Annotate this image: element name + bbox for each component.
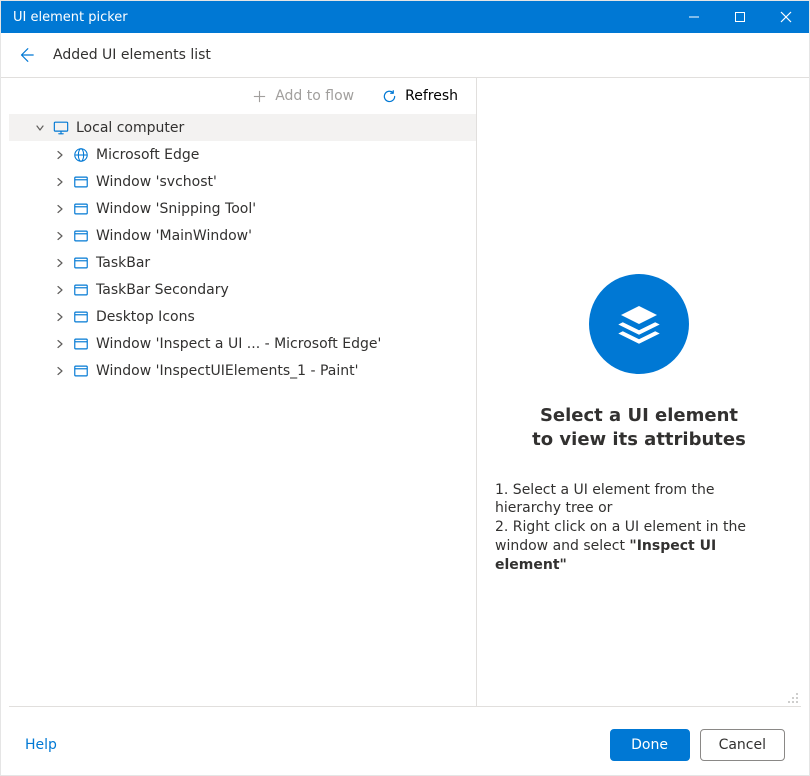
tree-node-label: Window 'Inspect a UI ... - Microsoft Edg… [96,336,381,352]
empty-state-instructions: 1. Select a UI element from the hierarch… [495,481,783,575]
tree-node-root[interactable]: Local computer [9,114,476,141]
tree-node[interactable]: Window 'Snipping Tool' [9,195,476,222]
window-icon [73,336,89,352]
tree-panel: Add to flow Refresh Local computer [9,78,477,707]
chevron-right-icon[interactable] [54,311,66,323]
tree-node-label: Local computer [76,120,184,136]
footer: Help Done Cancel [1,715,809,775]
window-icon [73,363,89,379]
window-icon [73,255,89,271]
close-button[interactable] [763,1,809,33]
refresh-label: Refresh [405,88,458,104]
window-icon [73,174,89,190]
window-title: UI element picker [13,10,671,25]
main-content: Add to flow Refresh Local computer [1,78,809,715]
plus-icon [252,89,267,104]
refresh-icon [382,89,397,104]
globe-icon [73,147,89,163]
chevron-right-icon[interactable] [54,284,66,296]
chevron-down-icon[interactable] [34,122,46,134]
maximize-button[interactable] [717,1,763,33]
window-icon [73,282,89,298]
tree-node-label: Window 'MainWindow' [96,228,252,244]
tree-node-label: Microsoft Edge [96,147,199,163]
add-to-flow-button: Add to flow [238,80,368,112]
back-arrow-icon[interactable] [17,46,35,64]
tree-node-label: Desktop Icons [96,309,195,325]
titlebar: UI element picker [1,1,809,33]
monitor-icon [53,120,69,136]
chevron-right-icon[interactable] [54,203,66,215]
details-panel: Select a UI element to view its attribut… [477,78,801,707]
chevron-right-icon[interactable] [54,365,66,377]
chevron-right-icon[interactable] [54,257,66,269]
layers-icon [589,274,689,374]
tree-node[interactable]: Desktop Icons [9,303,476,330]
ui-tree: Local computer Microsoft Edge Window 'svc… [9,114,476,706]
cancel-button[interactable]: Cancel [700,729,785,761]
tree-node[interactable]: Window 'svchost' [9,168,476,195]
tree-node-label: TaskBar Secondary [96,282,229,298]
tree-node[interactable]: Window 'InspectUIElements_1 - Paint' [9,357,476,384]
tree-node[interactable]: TaskBar [9,249,476,276]
page-header: Added UI elements list [1,33,809,78]
window-icon [73,201,89,217]
help-link[interactable]: Help [25,737,57,753]
window-icon [73,228,89,244]
tree-node-label: TaskBar [96,255,150,271]
window-icon [73,309,89,325]
toolbar: Add to flow Refresh [9,78,476,114]
resize-grip[interactable] [785,690,799,704]
done-button[interactable]: Done [610,729,690,761]
tree-node-label: Window 'svchost' [96,174,217,190]
tree-node[interactable]: TaskBar Secondary [9,276,476,303]
tree-node[interactable]: Microsoft Edge [9,141,476,168]
refresh-button[interactable]: Refresh [368,80,472,112]
chevron-right-icon[interactable] [54,176,66,188]
minimize-button[interactable] [671,1,717,33]
tree-node-label: Window 'InspectUIElements_1 - Paint' [96,363,358,379]
add-to-flow-label: Add to flow [275,88,354,104]
chevron-right-icon[interactable] [54,230,66,242]
chevron-right-icon[interactable] [54,338,66,350]
tree-node-label: Window 'Snipping Tool' [96,201,256,217]
page-title: Added UI elements list [53,47,211,63]
tree-node[interactable]: Window 'MainWindow' [9,222,476,249]
chevron-right-icon[interactable] [54,149,66,161]
window-controls [671,1,809,33]
empty-state-title: Select a UI element to view its attribut… [532,404,746,453]
tree-node[interactable]: Window 'Inspect a UI ... - Microsoft Edg… [9,330,476,357]
empty-state: Select a UI element to view its attribut… [495,274,783,575]
